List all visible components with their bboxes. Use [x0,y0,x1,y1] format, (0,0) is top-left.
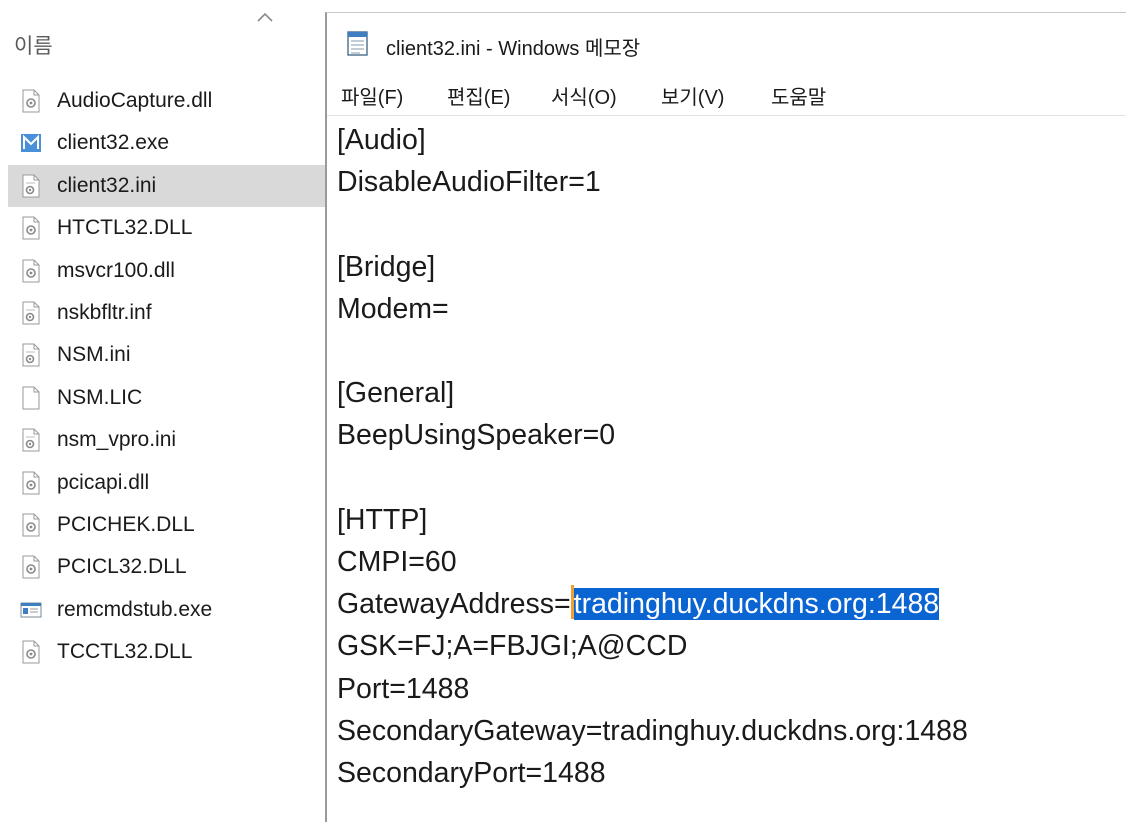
text-line: Port=1488 [337,669,469,709]
text-editor-area[interactable]: [Audio] DisableAudioFilter=1 [Bridge] Modem… [327,115,1126,823]
sort-ascending-icon[interactable] [256,10,274,24]
file-name: AudioCapture.dll [57,89,213,112]
notepad-icon [347,31,368,56]
text-line: GatewayAddress= tradinghuy.duckdns.org:14… [337,584,940,624]
menu-bar: 파일(F) 편집(E) 서식(O) 보기(V) 도움말 [327,75,1126,115]
file-name: TCCTL32.DLL [57,640,193,664]
file-name: client32.exe [57,131,170,155]
dll-file-icon [20,640,42,664]
name-column-label: 이름 [14,35,53,58]
selected-text: tradinghuy.duckdns.org:1488 [573,588,940,621]
file-row[interactable]: remcmdstub.exe [8,589,325,631]
file-name: nsm_vpro.ini [57,428,177,452]
line-text: BeepUsingSpeaker=0 [337,419,616,452]
name-column-header[interactable]: 이름 [0,0,325,80]
file-row[interactable]: client32.exe [8,122,325,164]
dll-file-icon [20,471,42,495]
file-name: client32.ini [57,173,157,197]
file-name: PCICHEK.DLL [57,512,195,536]
line-text: Modem= [337,292,449,325]
file-row[interactable]: PCICHEK.DLL [8,504,325,546]
line-text: CMPI=60 [337,546,457,578]
text-line: BeepUsingSpeaker=0 [337,415,615,455]
file-name: nskbfltr.inf [57,300,152,324]
text-line: [HTTP] [337,500,427,540]
file-explorer-pane: 이름 AudioCapture.dll client32.exe client32.… [0,0,325,821]
menu-item[interactable]: 보기(V) [661,81,724,110]
line-text: [Audio] [337,124,426,156]
dll-file-icon [20,259,42,283]
line-text: SecondaryPort=1488 [337,757,606,789]
text-line: GSK=FJ;A=FBJGI;A@CCD [337,626,687,666]
exe-app-icon [20,131,42,155]
file-list: AudioCapture.dll client32.exe client32.ini… [8,80,325,673]
file-name: HTCTL32.DLL [57,216,193,240]
file-row[interactable]: AudioCapture.dll [8,80,325,122]
text-line: [General] [337,373,454,413]
text-line: SecondaryGateway=tradinghuy.duckdns.org:… [337,711,968,751]
notepad-window: client32.ini - Windows 메모장 파일(F) 편집(E) 서식(… [325,12,1126,822]
file-row[interactable]: NSM.ini [8,334,325,376]
text-line: [Bridge] [337,247,435,287]
ini-settings-file-icon [20,343,42,367]
file-name: NSM.LIC [57,385,143,409]
dll-file-icon [20,89,42,113]
file-row[interactable]: TCCTL32.DLL [8,631,325,673]
blank-file-icon [20,386,42,410]
title-bar[interactable]: client32.ini - Windows 메모장 [327,13,1126,71]
line-text: [General] [337,377,455,410]
line-text: [HTTP] [337,503,428,536]
text-line: Modem= [337,289,449,329]
ini-settings-file-icon [20,428,42,452]
file-name: remcmdstub.exe [57,597,213,621]
line-text: SecondaryGateway=tradinghuy.duckdns.org:… [337,714,968,747]
text-line: SecondaryPort=1488 [337,753,606,793]
menu-item[interactable]: 도움말 [771,81,826,110]
file-row[interactable]: nsm_vpro.ini [8,419,325,461]
file-row[interactable]: NSM.LIC [8,377,325,419]
line-text: GatewayAddress= [337,588,571,621]
window-title: client32.ini - Windows 메모장 [386,38,641,60]
file-name: PCICL32.DLL [57,555,187,579]
file-name: msvcr100.dll [57,258,175,282]
ini-settings-file-icon [20,174,42,198]
file-row[interactable]: HTCTL32.DLL [8,207,325,249]
file-name: pcicapi.dll [57,470,150,494]
line-text: DisableAudioFilter=1 [337,166,601,199]
dll-file-icon [20,513,42,537]
file-name: NSM.ini [57,343,131,367]
menu-item[interactable]: 서식(O) [551,81,617,110]
file-row[interactable]: client32.ini [8,164,325,208]
text-line: [Audio] [337,120,426,160]
console-exe-icon [20,598,42,622]
file-row[interactable]: PCICL32.DLL [8,546,325,588]
file-row[interactable]: pcicapi.dll [8,462,325,504]
dll-file-icon [20,555,42,579]
menu-item[interactable]: 편집(E) [447,81,510,110]
line-text: [Bridge] [337,250,436,283]
text-line: CMPI=60 [337,542,457,582]
file-row[interactable]: nskbfltr.inf [8,292,325,334]
file-row[interactable]: msvcr100.dll [8,250,325,292]
dll-file-icon [20,216,42,240]
text-line: DisableAudioFilter=1 [337,162,601,202]
line-text: GSK=FJ;A=FBJGI;A@CCD [337,630,688,663]
menu-item[interactable]: 파일(F) [341,81,403,110]
line-text: Port=1488 [337,672,470,705]
ini-settings-file-icon [20,301,42,325]
